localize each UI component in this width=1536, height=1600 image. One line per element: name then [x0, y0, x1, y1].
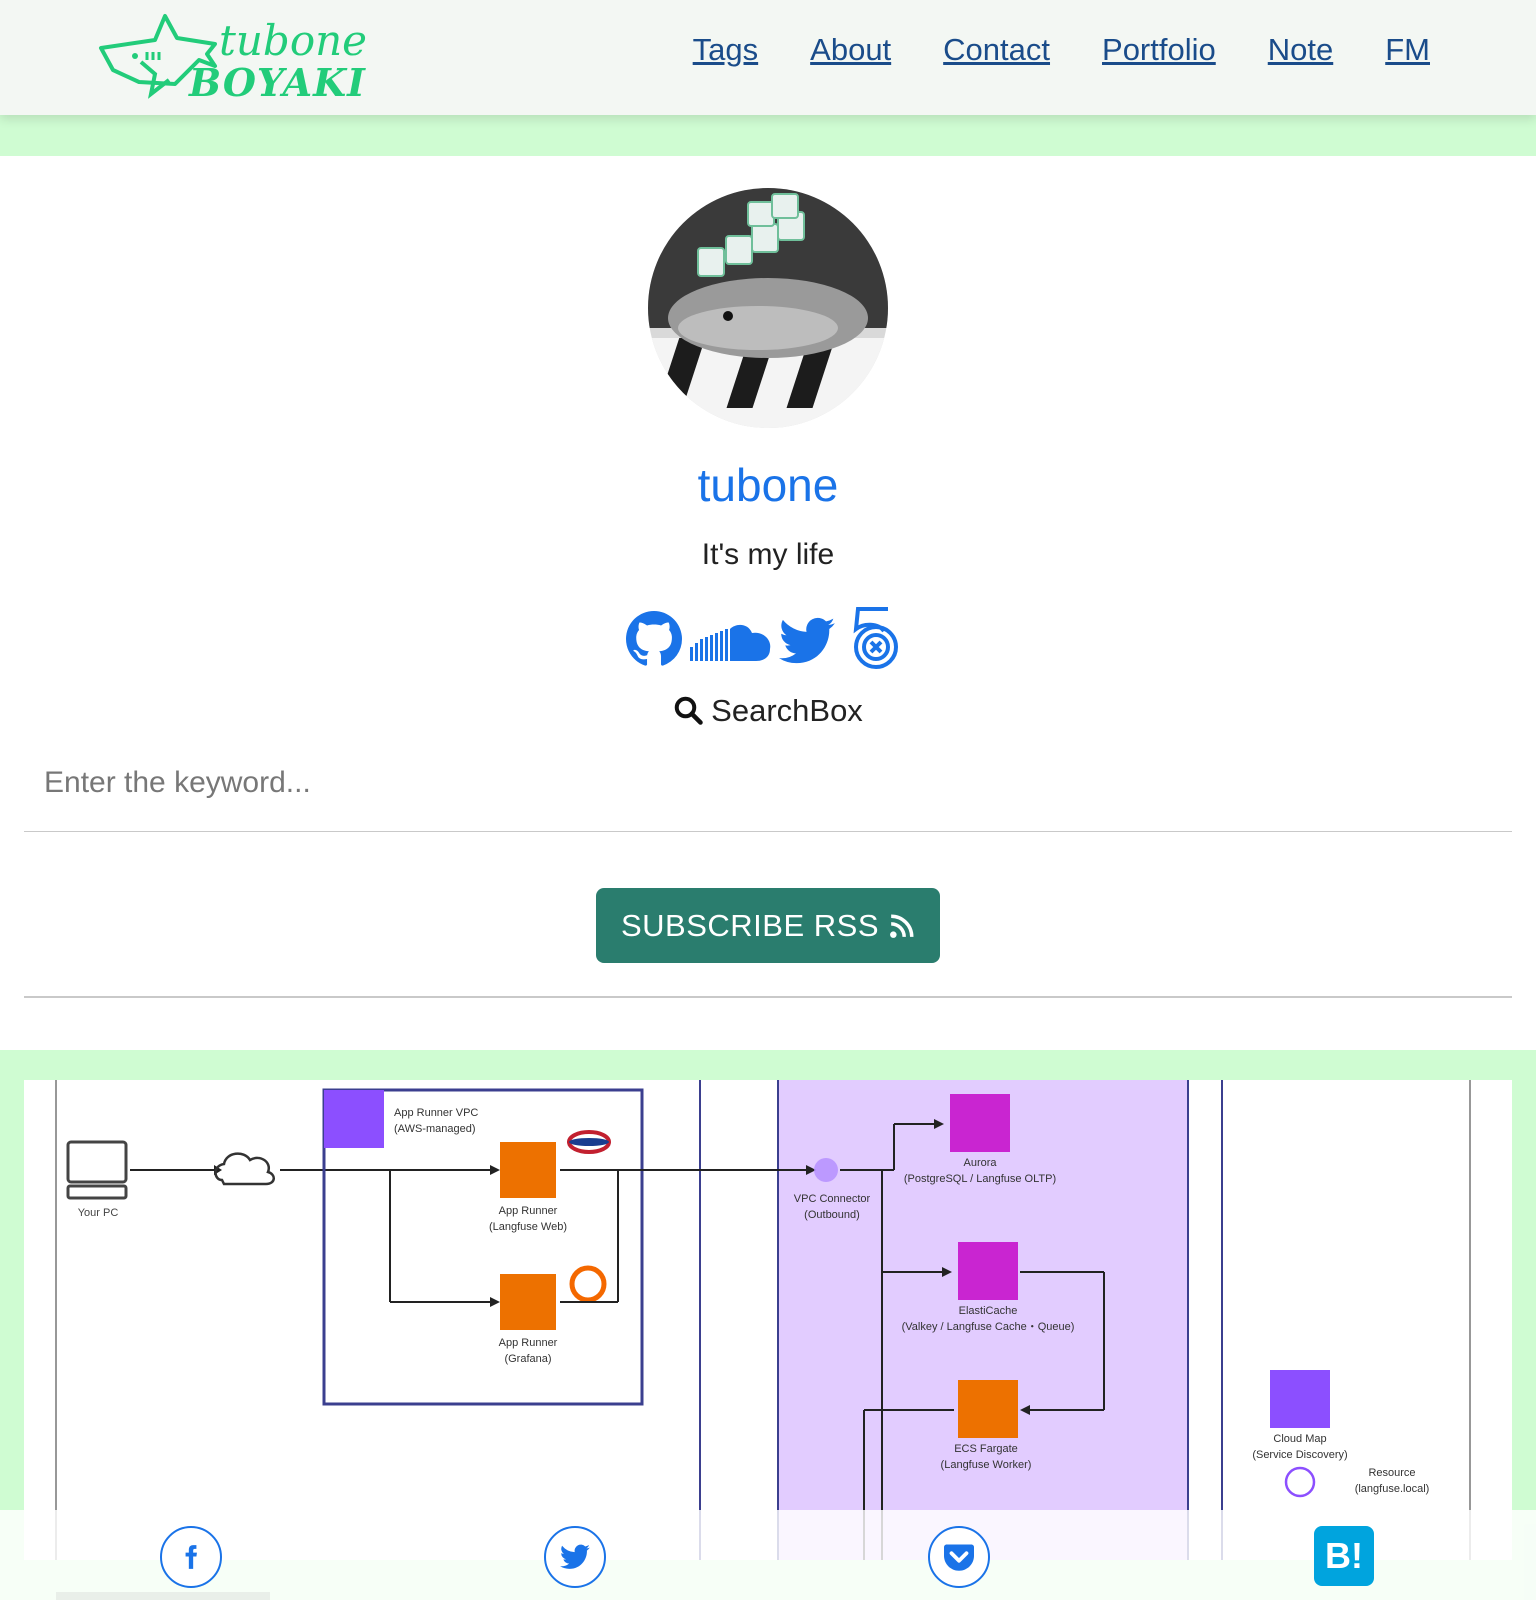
label-app-runner-web-1: App Runner [499, 1205, 558, 1217]
label-your-pc: Your PC [78, 1207, 119, 1219]
architecture-diagram: Your PC App Runner VPC (AWS-managed) App… [55, 1080, 1471, 1560]
internet-cloud-icon [214, 1152, 275, 1186]
bottom-strip [56, 1592, 270, 1600]
divider [24, 996, 1512, 998]
label-cloud-map-1: Cloud Map [1273, 1433, 1326, 1445]
share-twitter-button[interactable] [544, 1526, 606, 1588]
nav-link-note[interactable]: Note [1268, 32, 1333, 68]
profile-name[interactable]: tubone [0, 458, 1536, 512]
nav-link-fm[interactable]: FM [1385, 32, 1430, 68]
nav-link-contact[interactable]: Contact [943, 32, 1050, 68]
subscribe-rss-label: SUBSCRIBE RSS [620, 907, 879, 943]
twitter-icon [560, 1544, 590, 1569]
label-aurora-2: (PostgreSQL / Langfuse OLTP) [904, 1173, 1056, 1185]
twitter-icon[interactable] [779, 617, 835, 665]
label-vpc-connector-1: VPC Connector [794, 1193, 871, 1205]
nav-link-about[interactable]: About [810, 32, 891, 68]
main-nav: Tags About Contact Portfolio Note FM [693, 32, 1430, 68]
nav-link-portfolio[interactable]: Portfolio [1102, 32, 1216, 68]
pocket-icon [944, 1544, 974, 1571]
logo-text-bottom: BOYAKI [189, 60, 366, 105]
search-icon [674, 696, 703, 725]
label-vpc-connector-2: (Outbound) [804, 1209, 860, 1221]
github-icon[interactable] [626, 611, 682, 667]
500px-icon[interactable] [848, 605, 902, 671]
label-elasticache-2: (Valkey / Langfuse Cache・Queue) [902, 1321, 1075, 1333]
subscribe-rss-button[interactable]: SUBSCRIBE RSS [596, 888, 940, 963]
share-facebook-button[interactable] [160, 1526, 222, 1588]
site-header: tubone BOYAKI Tags About Contact Portfol… [0, 0, 1536, 115]
label-resource-2: (langfuse.local) [1355, 1483, 1430, 1495]
label-vpc-title-1: App Runner VPC [394, 1107, 478, 1119]
search-input[interactable] [24, 734, 1512, 832]
label-app-runner-grafana-2: (Grafana) [504, 1353, 551, 1365]
label-app-runner-web-2: (Langfuse Web) [489, 1221, 567, 1233]
rss-icon [890, 914, 914, 938]
share-bar: B! [0, 1510, 1536, 1600]
label-vpc-title-2: (AWS-managed) [394, 1123, 476, 1135]
soundcloud-icon[interactable] [690, 623, 772, 663]
label-ecs-fargate-2: (Langfuse Worker) [941, 1459, 1032, 1471]
logo-text-top: tubone [219, 16, 368, 65]
pc-icon [66, 1140, 128, 1200]
avatar [648, 188, 888, 428]
label-elasticache-1: ElastiCache [959, 1305, 1018, 1317]
nav-link-tags[interactable]: Tags [693, 32, 758, 68]
label-resource-1: Resource [1368, 1467, 1415, 1479]
avatar-image [648, 188, 888, 428]
label-ecs-fargate-1: ECS Fargate [954, 1443, 1018, 1455]
social-links [624, 607, 914, 681]
searchbox-label-text: SearchBox [711, 693, 863, 728]
label-aurora-1: Aurora [963, 1157, 997, 1169]
site-logo[interactable]: tubone BOYAKI [95, 8, 375, 108]
label-app-runner-grafana-1: App Runner [499, 1337, 558, 1349]
profile-panel: tubone It's my life SearchBox Enter the … [0, 156, 1536, 1050]
share-pocket-button[interactable] [928, 1526, 990, 1588]
profile-tagline: It's my life [701, 538, 835, 571]
searchbox-heading: SearchBox [0, 693, 1536, 729]
label-cloud-map-2: (Service Discovery) [1252, 1449, 1347, 1461]
article-thumbnail[interactable]: Your PC App Runner VPC (AWS-managed) App… [24, 1080, 1512, 1560]
share-hatena-button[interactable]: B! [1314, 1526, 1374, 1586]
facebook-icon [185, 1545, 197, 1569]
